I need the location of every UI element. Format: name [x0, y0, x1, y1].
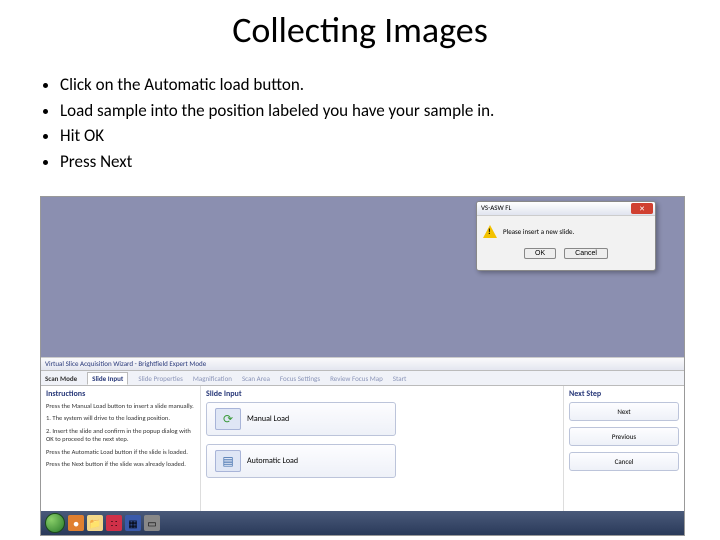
app-icon[interactable]: ∷	[106, 515, 122, 531]
slide: Collecting Images Click on the Automatic…	[0, 0, 720, 540]
next-step-panel: Next Step Next Previous Cancel	[564, 386, 684, 511]
bullet-item: Press Next	[60, 149, 720, 175]
confirm-dialog: VS-ASW FL ✕ Please insert a new slide. O…	[476, 201, 656, 271]
tab-start[interactable]: Start	[393, 374, 407, 383]
dialog-title-text: VS-ASW FL	[481, 203, 511, 212]
cancel-button[interactable]: Cancel	[564, 248, 608, 259]
instruction-line: 1. The system will drive to the loading …	[46, 414, 195, 422]
dialog-body: Please insert a new slide.	[477, 216, 655, 246]
explorer-icon[interactable]: 📁	[87, 515, 103, 531]
tab-magnification[interactable]: Magnification	[193, 374, 232, 383]
bullet-item: Load sample into the position labeled yo…	[60, 98, 720, 124]
instruction-line: 2. Insert the slide and confirm in the p…	[46, 427, 195, 444]
manual-load-button[interactable]: ⟳ Manual Load	[206, 402, 396, 436]
instruction-line: Press the Next button if the slide was a…	[46, 460, 195, 468]
wizard-body: Instructions Press the Manual Load butto…	[41, 386, 684, 511]
firefox-icon[interactable]: ●	[68, 515, 84, 531]
tab-slide-properties[interactable]: Slide Properties	[138, 374, 183, 383]
close-icon[interactable]: ✕	[631, 203, 653, 214]
tab-slide-input[interactable]: Slide Input	[87, 372, 128, 385]
start-button[interactable]	[45, 513, 65, 533]
taskbar: ● 📁 ∷ ▦ ▭	[41, 511, 684, 535]
tab-focus-settings[interactable]: Focus Settings	[280, 374, 320, 383]
tab-scan-mode[interactable]: Scan Mode	[45, 374, 77, 383]
dialog-buttons: OK Cancel	[477, 246, 655, 263]
slide-title: Collecting Images	[0, 8, 720, 52]
app-icon[interactable]: ▭	[144, 515, 160, 531]
automatic-load-icon: ▤	[215, 450, 241, 472]
bullet-list: Click on the Automatic load button. Load…	[60, 72, 720, 174]
next-step-heading: Next Step	[569, 389, 679, 399]
app-workspace: VS-ASW FL ✕ Please insert a new slide. O…	[41, 197, 684, 357]
cancel-wizard-button[interactable]: Cancel	[569, 452, 679, 471]
instruction-line: Press the Manual Load button to insert a…	[46, 402, 195, 410]
manual-load-icon: ⟳	[215, 408, 241, 430]
instruction-line: Press the Automatic Load button if the s…	[46, 448, 195, 456]
bullet-item: Hit OK	[60, 123, 720, 149]
next-button[interactable]: Next	[569, 402, 679, 421]
wizard-titlebar: Virtual Slice Acquisition Wizard - Brigh…	[41, 357, 684, 371]
slide-input-panel: Slide Input ⟳ Manual Load ▤ Automatic Lo…	[201, 386, 564, 511]
bullet-item: Click on the Automatic load button.	[60, 72, 720, 98]
warning-icon	[483, 225, 497, 238]
ok-button[interactable]: OK	[524, 248, 556, 259]
previous-button[interactable]: Previous	[569, 427, 679, 446]
automatic-load-label: Automatic Load	[247, 456, 298, 466]
manual-load-label: Manual Load	[247, 414, 289, 424]
instructions-panel: Instructions Press the Manual Load butto…	[41, 386, 201, 511]
instructions-heading: Instructions	[46, 389, 195, 399]
tab-scan-area[interactable]: Scan Area	[242, 374, 270, 383]
embedded-screenshot: VS-ASW FL ✕ Please insert a new slide. O…	[40, 196, 685, 536]
slide-input-heading: Slide Input	[206, 389, 558, 399]
wizard-tabs: Scan Mode Slide Input Slide Properties M…	[41, 371, 684, 386]
automatic-load-button[interactable]: ▤ Automatic Load	[206, 444, 396, 478]
dialog-message: Please insert a new slide.	[503, 227, 574, 236]
app-icon[interactable]: ▦	[125, 515, 141, 531]
dialog-titlebar: VS-ASW FL ✕	[477, 202, 655, 216]
tab-review-focus[interactable]: Review Focus Map	[330, 374, 383, 383]
